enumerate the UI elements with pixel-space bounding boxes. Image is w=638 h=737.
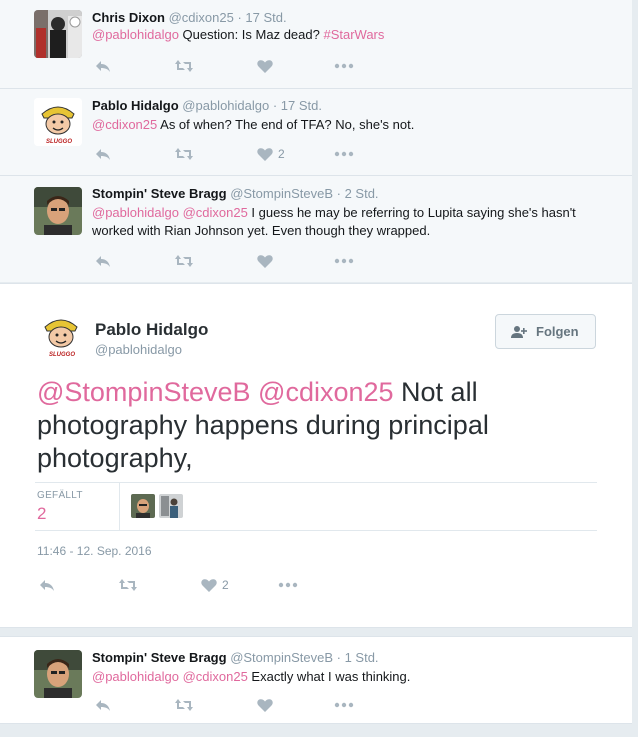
tweet-time[interactable]: · 2 Std. bbox=[337, 186, 379, 201]
tweet-actions: 2 bbox=[38, 576, 338, 594]
more-icon[interactable] bbox=[334, 252, 354, 270]
author-handle[interactable]: @pablohidalgo bbox=[95, 342, 182, 357]
reply-icon[interactable] bbox=[94, 696, 112, 714]
retweet-icon[interactable] bbox=[174, 252, 194, 270]
main-tweet: SLUGGO Pablo Hidalgo @pablohidalgo Folge… bbox=[0, 283, 638, 628]
avatar-stompin-steve[interactable] bbox=[34, 187, 82, 235]
retweet-icon[interactable] bbox=[118, 576, 138, 594]
liker-avatar[interactable] bbox=[159, 494, 183, 518]
retweet-icon[interactable] bbox=[174, 145, 194, 163]
mention-link[interactable]: @cdixon25 bbox=[183, 669, 248, 684]
liker-avatar[interactable] bbox=[131, 494, 155, 518]
avatar-chris-dixon[interactable] bbox=[34, 10, 82, 58]
tweet-actions bbox=[94, 252, 394, 270]
like-button[interactable]: 2 bbox=[200, 576, 240, 594]
tweet-text: @pablohidalgo Question: Is Maz dead? #St… bbox=[92, 26, 612, 44]
tweet-header: Stompin' Steve Bragg @StompinSteveB · 2 … bbox=[92, 186, 379, 201]
hashtag-link[interactable]: #StarWars bbox=[323, 27, 384, 42]
follow-button[interactable]: Folgen bbox=[495, 314, 596, 349]
avatar-pablo-hidalgo[interactable]: SLUGGO bbox=[37, 311, 85, 359]
mention-link[interactable]: @StompinSteveB bbox=[37, 377, 251, 407]
more-icon[interactable] bbox=[334, 145, 354, 163]
more-icon[interactable] bbox=[334, 696, 354, 714]
retweet-icon[interactable] bbox=[174, 57, 194, 75]
avatar-stompin-steve[interactable] bbox=[34, 650, 82, 698]
tweet-actions: 2 bbox=[94, 145, 394, 163]
tweet-time[interactable]: · 17 Std. bbox=[273, 98, 322, 113]
mention-link[interactable]: @pablohidalgo bbox=[92, 205, 179, 220]
sluggo-logo-text: SLUGGO bbox=[49, 352, 75, 358]
tweet-time[interactable]: · 1 Std. bbox=[337, 650, 379, 665]
reply-icon[interactable] bbox=[94, 145, 112, 163]
mention-link[interactable]: @pablohidalgo bbox=[92, 27, 179, 42]
tweet-header: Pablo Hidalgo @pablohidalgo · 17 Std. bbox=[92, 98, 322, 113]
tweet-body: Question: Is Maz dead? bbox=[178, 27, 324, 42]
author-handle[interactable]: @cdixon25 bbox=[169, 10, 234, 25]
follow-label: Folgen bbox=[536, 324, 579, 339]
author-handle[interactable]: @StompinSteveB bbox=[230, 186, 333, 201]
more-icon[interactable] bbox=[334, 57, 354, 75]
sluggo-logo-text: SLUGGO bbox=[46, 139, 72, 145]
tweet-stompin-steve-reply[interactable]: Stompin' Steve Bragg @StompinSteveB · 1 … bbox=[0, 636, 632, 724]
like-count: 2 bbox=[222, 578, 229, 592]
tweet-header: Stompin' Steve Bragg @StompinSteveB · 1 … bbox=[92, 650, 379, 665]
tweet-text: @cdixon25 As of when? The end of TFA? No… bbox=[92, 116, 612, 134]
tweet-body: As of when? The end of TFA? No, she's no… bbox=[157, 117, 415, 132]
retweet-icon[interactable] bbox=[174, 696, 194, 714]
author-name[interactable]: Stompin' Steve Bragg bbox=[92, 186, 227, 201]
tweet-chris-dixon[interactable]: Chris Dixon @cdixon25 · 17 Std. @pablohi… bbox=[0, 0, 632, 88]
avatar-pablo-hidalgo[interactable]: SLUGGO bbox=[34, 98, 82, 146]
likes-label: GEFÄLLT bbox=[37, 490, 83, 501]
like-button[interactable]: 2 bbox=[256, 145, 296, 163]
like-icon[interactable] bbox=[200, 576, 218, 594]
main-tweet-text: @StompinSteveB @cdixon25 Not all photogr… bbox=[37, 376, 557, 475]
author-name[interactable]: Pablo Hidalgo bbox=[92, 98, 179, 113]
like-icon[interactable] bbox=[256, 252, 274, 270]
tweet-pablo-hidalgo-reply[interactable]: SLUGGO Pablo Hidalgo @pablohidalgo · 17 … bbox=[0, 89, 632, 175]
mention-link[interactable]: @cdixon25 bbox=[92, 117, 157, 132]
add-user-icon bbox=[511, 326, 527, 338]
tweet-timestamp[interactable]: 11:46 - 12. Sep. 2016 bbox=[37, 544, 152, 558]
like-icon[interactable] bbox=[256, 696, 274, 714]
author-name[interactable]: Stompin' Steve Bragg bbox=[92, 650, 227, 665]
tweet-text: @pablohidalgo @cdixon25 I guess he may b… bbox=[92, 204, 602, 240]
reply-icon[interactable] bbox=[94, 252, 112, 270]
like-icon[interactable] bbox=[256, 57, 274, 75]
like-count: 2 bbox=[278, 147, 285, 161]
reply-icon[interactable] bbox=[94, 57, 112, 75]
author-handle[interactable]: @pablohidalgo bbox=[182, 98, 269, 113]
tweet-header: Chris Dixon @cdixon25 · 17 Std. bbox=[92, 10, 287, 25]
tweet-body: Exactly what I was thinking. bbox=[247, 669, 411, 684]
scrollbar-track[interactable] bbox=[632, 0, 638, 737]
likes-count[interactable]: 2 bbox=[37, 504, 46, 524]
like-icon[interactable] bbox=[256, 145, 274, 163]
tweet-stompin-steve[interactable]: Stompin' Steve Bragg @StompinSteveB · 2 … bbox=[0, 176, 632, 282]
tweet-time[interactable]: · 17 Std. bbox=[237, 10, 286, 25]
author-handle[interactable]: @StompinSteveB bbox=[230, 650, 333, 665]
mention-link[interactable]: @cdixon25 bbox=[258, 377, 394, 407]
more-icon[interactable] bbox=[278, 576, 298, 594]
reply-icon[interactable] bbox=[38, 576, 56, 594]
stats-divider bbox=[119, 483, 120, 530]
author-name[interactable]: Pablo Hidalgo bbox=[95, 320, 208, 340]
mention-link[interactable]: @cdixon25 bbox=[183, 205, 248, 220]
tweet-stats: GEFÄLLT 2 bbox=[35, 482, 597, 531]
tweet-actions bbox=[94, 57, 394, 75]
author-name[interactable]: Chris Dixon bbox=[92, 10, 165, 25]
tweet-text: @pablohidalgo @cdixon25 Exactly what I w… bbox=[92, 668, 612, 686]
mention-link[interactable]: @pablohidalgo bbox=[92, 669, 179, 684]
tweet-actions bbox=[94, 696, 394, 714]
